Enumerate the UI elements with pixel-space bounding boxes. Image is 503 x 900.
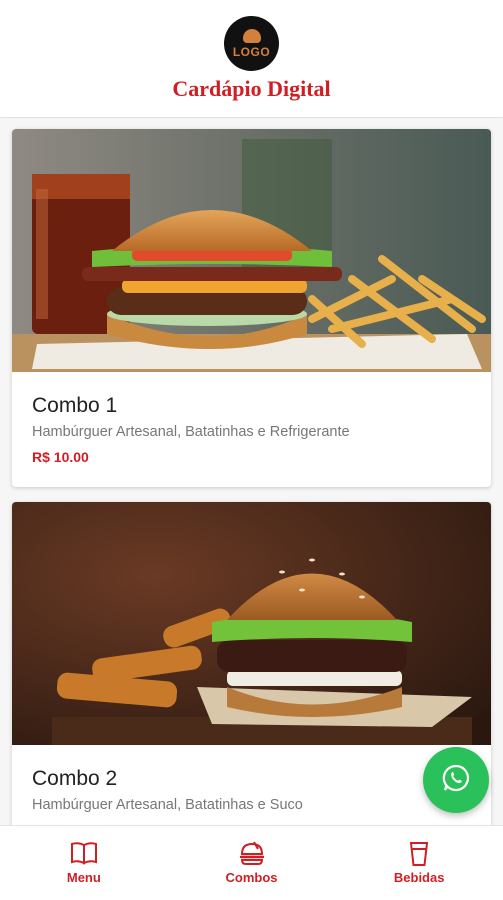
burger-mark-icon (242, 28, 261, 43)
nav-combos-label: Combos (225, 870, 278, 885)
book-icon (69, 839, 99, 867)
app-header: LOGO Cardápio Digital (0, 0, 503, 118)
nav-bebidas[interactable]: Bebidas (335, 826, 503, 900)
combo-1-photo (12, 129, 491, 372)
product-card[interactable]: Combo 1 Hambúrguer Artesanal, Batatinhas… (12, 129, 491, 487)
product-description: Hambúrguer Artesanal, Batatinhas e Refri… (32, 424, 350, 440)
nav-menu-label: Menu (66, 870, 101, 885)
nav-menu[interactable]: Menu (0, 826, 168, 900)
product-price: R$ 10.00 (32, 449, 89, 465)
product-info: Combo 1 Hambúrguer Artesanal, Batatinhas… (12, 372, 491, 487)
whatsapp-button[interactable] (423, 747, 489, 813)
product-description: Hambúrguer Artesanal, Batatinhas e Suco (32, 797, 303, 813)
menu-list[interactable]: Combo 1 Hambúrguer Artesanal, Batatinhas… (0, 119, 503, 825)
page-title: Cardápio Digital (172, 76, 331, 101)
product-card[interactable]: Combo 2 Hambúrguer Artesanal, Batatinhas… (12, 502, 491, 825)
bottom-nav: Menu Combos Bebidas (0, 825, 503, 900)
product-name: Combo 1 (32, 394, 118, 417)
product-info: Combo 2 Hambúrguer Artesanal, Batatinhas… (12, 745, 491, 825)
nav-bebidas-label: Bebidas (393, 870, 445, 885)
logo-text: LOGO (232, 44, 271, 59)
product-name: Combo 2 (32, 767, 118, 790)
logo[interactable]: LOGO (224, 16, 279, 71)
cup-icon (404, 839, 434, 867)
whatsapp-icon (441, 763, 471, 798)
nav-combos[interactable]: Combos (168, 826, 336, 900)
burger-icon (237, 839, 267, 867)
combo-2-photo (12, 502, 491, 745)
